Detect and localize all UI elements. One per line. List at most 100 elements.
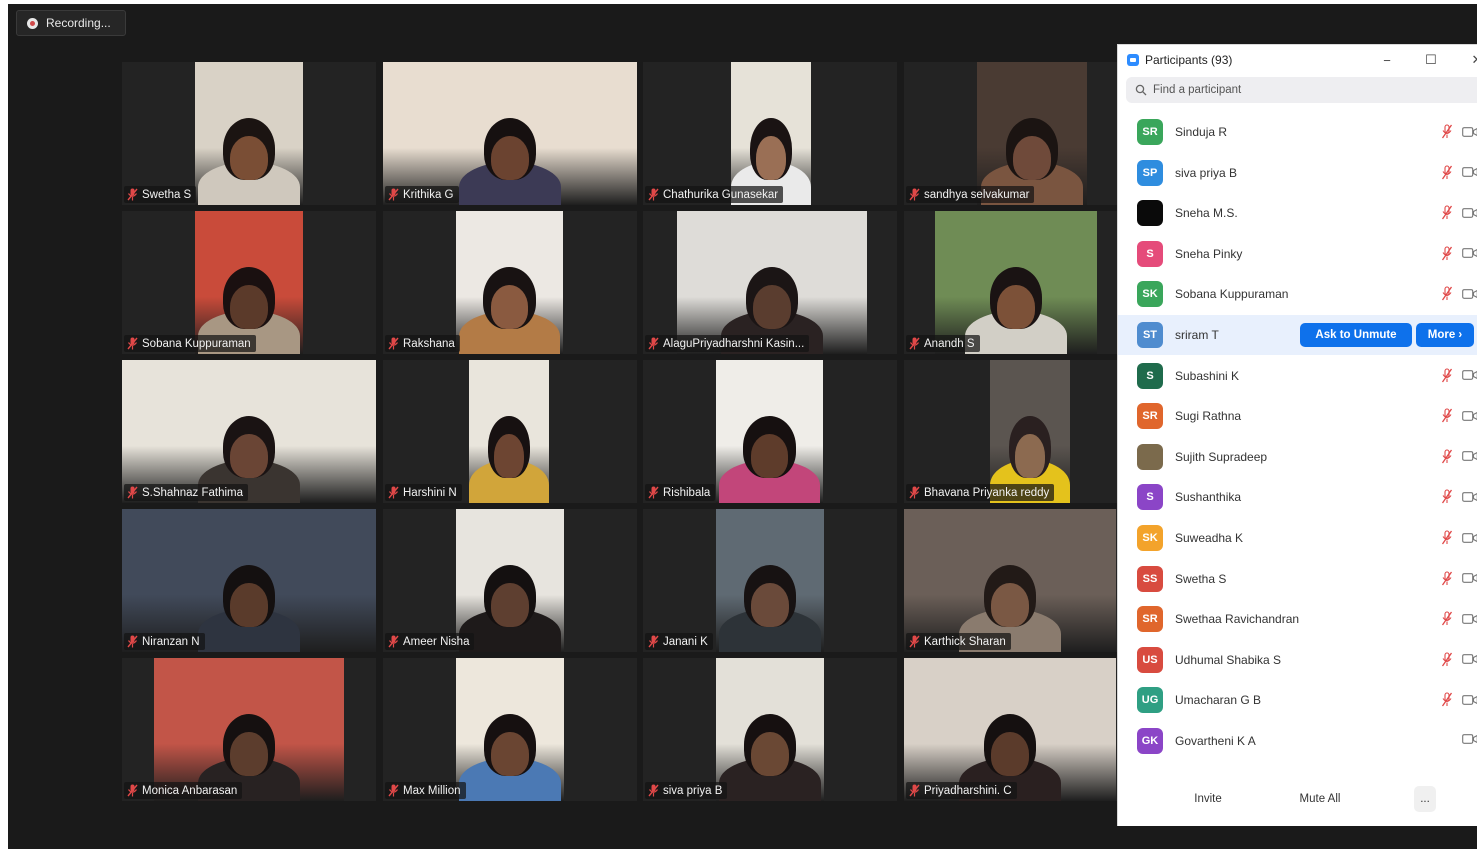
video-tile[interactable]: AlaguPriyadharshni Kasin...: [643, 211, 897, 354]
participant-avatar: S: [1137, 362, 1163, 389]
more-options-button[interactable]: ...: [1414, 786, 1436, 812]
participant-name-tag: Chathurika Gunasekar: [645, 186, 784, 203]
muted-mic-icon: [127, 635, 138, 648]
video-tile[interactable]: Sobana Kuppuraman: [122, 211, 376, 354]
muted-mic-icon: [388, 635, 399, 648]
video-tile[interactable]: Chathurika Gunasekar: [643, 62, 897, 205]
video-tile[interactable]: siva priya B: [643, 658, 897, 801]
participant-row[interactable]: UG Umacharan G B: [1118, 680, 1477, 720]
video-feed: [716, 360, 823, 503]
participant-name: Bhavana Priyanka reddy: [924, 486, 1050, 499]
muted-mic-icon: [909, 635, 920, 648]
muted-mic-icon[interactable]: [1441, 530, 1453, 545]
participant-row[interactable]: SR Swethaa Ravichandran: [1118, 599, 1477, 639]
video-tile[interactable]: S.Shahnaz Fathima: [122, 360, 376, 503]
video-off-icon: [1462, 166, 1477, 178]
video-tile[interactable]: Harshini N: [383, 360, 637, 503]
participant-list-name: Sobana Kuppuraman: [1175, 287, 1289, 302]
muted-mic-icon: [648, 188, 659, 201]
minimize-button[interactable]: −: [1378, 51, 1396, 69]
participant-row[interactable]: US Udhumal Shabika S: [1118, 640, 1477, 680]
participant-name: Ameer Nisha: [403, 635, 470, 648]
video-feed: [456, 509, 564, 652]
video-tile[interactable]: Ameer Nisha: [383, 509, 637, 652]
video-feed: [383, 62, 637, 205]
muted-mic-icon[interactable]: [1441, 368, 1453, 383]
muted-mic-icon: [127, 784, 138, 797]
participant-row[interactable]: ST sriram T Ask to Unmute More ›: [1118, 315, 1477, 355]
muted-mic-icon: [909, 337, 920, 350]
muted-mic-icon[interactable]: [1441, 489, 1453, 504]
participant-row[interactable]: Sneha M.S.: [1118, 193, 1477, 233]
participant-name-tag: Sobana Kuppuraman: [124, 335, 256, 352]
muted-mic-icon[interactable]: [1441, 124, 1453, 139]
muted-mic-icon[interactable]: [1441, 286, 1453, 301]
video-feed: [716, 509, 824, 652]
zoom-logo-icon: [1127, 54, 1139, 66]
muted-mic-icon[interactable]: [1441, 408, 1453, 423]
ask-to-unmute-button[interactable]: Ask to Unmute: [1300, 323, 1412, 347]
muted-mic-icon: [909, 486, 920, 499]
muted-mic-icon[interactable]: [1441, 611, 1453, 626]
video-tile[interactable]: Max Million: [383, 658, 637, 801]
video-feed: [904, 509, 1116, 652]
muted-mic-icon[interactable]: [1441, 246, 1453, 261]
muted-mic-icon[interactable]: [1441, 165, 1453, 180]
participant-row[interactable]: GK Govartheni K A: [1118, 721, 1477, 761]
video-tile[interactable]: Monica Anbarasan: [122, 658, 376, 801]
participant-list-name: Subashini K: [1175, 368, 1240, 383]
muted-mic-icon: [648, 337, 659, 350]
muted-mic-icon[interactable]: [1441, 449, 1453, 464]
video-tile[interactable]: Janani K: [643, 509, 897, 652]
maximize-button[interactable]: ☐: [1422, 51, 1440, 69]
video-tile[interactable]: Rakshana: [383, 211, 637, 354]
person-face: [494, 434, 524, 478]
participant-name-tag: Anandh S: [906, 335, 980, 352]
participant-row[interactable]: S Sushanthika: [1118, 477, 1477, 517]
participant-name: Priyadharshini. C: [924, 784, 1012, 797]
participant-row[interactable]: SS Swetha S: [1118, 559, 1477, 599]
participant-name: Rishibala: [663, 486, 711, 499]
participant-list-name: Suweadha K: [1175, 531, 1244, 545]
muted-mic-icon[interactable]: [1441, 692, 1453, 707]
muted-mic-icon[interactable]: [1441, 571, 1453, 586]
participant-name-tag: AlaguPriyadharshni Kasin...: [645, 335, 810, 352]
participant-row[interactable]: SR Sugi Rathna: [1118, 396, 1477, 436]
video-feed: [195, 211, 303, 354]
participant-row[interactable]: S Sneha Pinky: [1118, 234, 1477, 274]
video-tile[interactable]: Swetha S: [122, 62, 376, 205]
participant-row[interactable]: SK Suweadha K: [1118, 518, 1477, 558]
participant-avatar: SR: [1137, 119, 1163, 145]
participant-row[interactable]: SK Sobana Kuppuraman: [1118, 274, 1477, 314]
participant-status-icons: [1441, 692, 1477, 707]
muted-mic-icon[interactable]: [1441, 652, 1453, 667]
person-face: [230, 285, 268, 329]
muted-mic-icon: [648, 784, 659, 797]
participant-search-input[interactable]: Find a participant: [1126, 77, 1477, 103]
muted-mic-icon: [388, 337, 399, 350]
person-face: [991, 583, 1029, 627]
participant-row[interactable]: SR Sinduja R: [1118, 112, 1477, 152]
video-tile[interactable]: Krithika G: [383, 62, 637, 205]
muted-mic-icon[interactable]: [1441, 205, 1453, 220]
video-off-icon: [1462, 733, 1477, 745]
participant-avatar: ST: [1137, 322, 1163, 348]
participants-title: Participants (93): [1145, 53, 1233, 67]
mute-all-button[interactable]: Mute All: [1286, 786, 1354, 812]
participant-row[interactable]: Sujith Supradeep: [1118, 437, 1477, 477]
video-tile[interactable]: Rishibala: [643, 360, 897, 503]
close-button[interactable]: ✕: [1468, 51, 1477, 69]
participant-list-name: Sushanthika: [1175, 490, 1242, 505]
participant-row[interactable]: SP siva priya B: [1118, 153, 1477, 193]
participant-list-name: Sneha Pinky: [1175, 246, 1243, 261]
participant-avatar: UG: [1137, 687, 1163, 714]
invite-button[interactable]: Invite: [1178, 786, 1238, 812]
person-face: [1013, 136, 1051, 180]
more-button[interactable]: More ›: [1416, 323, 1474, 347]
person-face: [750, 434, 789, 478]
participant-status-icons: [1441, 124, 1477, 139]
participant-name: Anandh S: [924, 337, 975, 350]
participant-name-tag: Rishibala: [645, 484, 716, 501]
participant-row[interactable]: S Subashini K: [1118, 356, 1477, 396]
video-tile[interactable]: Niranzan N: [122, 509, 376, 652]
